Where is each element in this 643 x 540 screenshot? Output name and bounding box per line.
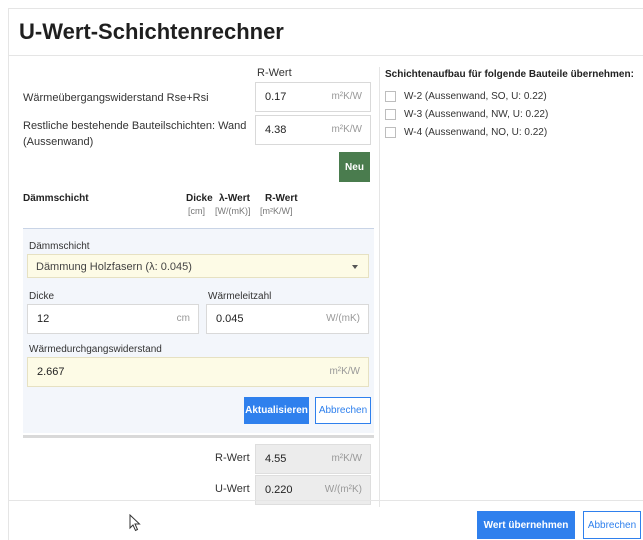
checkbox[interactable]: [385, 126, 396, 138]
thickness-input[interactable]: 12 cm: [27, 304, 199, 334]
remaining-layers-value: 4.38: [265, 124, 287, 136]
rse-rsi-field[interactable]: 0.17 m²K/W: [255, 82, 371, 112]
apply-to-components-title: Schichtenaufbau für folgende Bauteile üb…: [385, 69, 634, 80]
component-option-label: W-3 (Aussenwand, NW, U: 0.22): [404, 108, 549, 120]
conductivity-input[interactable]: 0.045 W/(mK): [206, 304, 369, 334]
layer-type-select[interactable]: Dämmung Holzfasern (λ: 0.045): [27, 254, 369, 278]
layer-type-label: Dämmschicht: [29, 241, 90, 252]
total-rwert-label: R-Wert: [215, 452, 250, 464]
apply-value-button[interactable]: Wert übernehmen: [477, 511, 575, 539]
conductivity-value: 0.045: [216, 313, 244, 325]
chevron-down-icon: [352, 265, 358, 269]
uwert-value: 0.220: [265, 484, 293, 496]
rse-rsi-label: Wärmeübergangswiderstand Rse+Rsi: [23, 92, 209, 104]
total-rwert-unit: m²K/W: [331, 453, 362, 464]
col-lambda-unit: [W/(mK)]: [215, 206, 251, 216]
checkbox[interactable]: [385, 108, 396, 120]
resistance-unit: m²K/W: [329, 366, 360, 377]
footer-divider: [9, 500, 643, 501]
thickness-value: 12: [37, 313, 50, 325]
remaining-layers-field[interactable]: 4.38 m²K/W: [255, 115, 371, 145]
dialog-title: U-Wert-Schichtenrechner: [19, 19, 284, 44]
u-value-dialog: U-Wert-Schichtenrechner R-Wert Wärmeüber…: [8, 8, 643, 540]
component-option-label: W-2 (Aussenwand, SO, U: 0.22): [404, 90, 547, 102]
remaining-layers-unit: m²K/W: [331, 124, 362, 135]
new-layer-button[interactable]: Neu: [339, 152, 370, 182]
component-option-label: W-4 (Aussenwand, NO, U: 0.22): [404, 126, 548, 138]
panel-divider: [23, 435, 374, 438]
col-lambda-header: λ-Wert: [219, 193, 250, 204]
thickness-unit: cm: [176, 313, 190, 324]
update-button[interactable]: Aktualisieren: [244, 397, 309, 424]
remaining-layers-label: Restliche bestehende Bauteilschichten: W…: [23, 120, 247, 132]
total-rwert-field: 4.55 m²K/W: [255, 444, 371, 474]
col-thickness-unit: [cm]: [188, 206, 205, 216]
component-option-w3[interactable]: W-3 (Aussenwand, NW, U: 0.22): [385, 107, 548, 121]
conductivity-label: Wärmeleitzahl: [208, 291, 272, 302]
col-thickness-header: Dicke: [186, 193, 213, 204]
conductivity-unit: W/(mK): [326, 313, 360, 324]
remaining-layers-label-2: (Aussenwand): [23, 136, 94, 148]
uwert-label: U-Wert: [215, 483, 250, 495]
component-option-w4[interactable]: W-4 (Aussenwand, NO, U: 0.22): [385, 125, 547, 139]
checkbox[interactable]: [385, 90, 396, 102]
editor-cancel-button[interactable]: Abbrechen: [315, 397, 371, 424]
dialog-cancel-button[interactable]: Abbrechen: [583, 511, 641, 539]
thickness-label: Dicke: [29, 291, 55, 302]
uwert-unit: W/(m²K): [324, 484, 362, 495]
resistance-label: Wärmedurchgangswiderstand: [29, 344, 162, 355]
col-rwert-header: R-Wert: [265, 193, 298, 204]
rse-rsi-unit: m²K/W: [331, 91, 362, 102]
total-rwert-value: 4.55: [265, 453, 287, 465]
col-layer-header: Dämmschicht: [23, 193, 89, 204]
title-divider: [9, 55, 643, 56]
resistance-value: 2.667: [37, 366, 65, 378]
resistance-field: 2.667 m²K/W: [27, 357, 369, 387]
column-divider: [379, 67, 380, 507]
mouse-cursor-icon: [129, 514, 141, 532]
rwert-header: R-Wert: [257, 67, 292, 79]
rse-rsi-value: 0.17: [265, 91, 287, 103]
component-option-w2[interactable]: W-2 (Aussenwand, SO, U: 0.22): [385, 89, 547, 103]
layer-editor-panel: Dämmschicht Dämmung Holzfasern (λ: 0.045…: [23, 228, 374, 433]
col-rwert-unit: [m²K/W]: [260, 206, 293, 216]
layer-type-value: Dämmung Holzfasern (λ: 0.045): [36, 261, 192, 273]
